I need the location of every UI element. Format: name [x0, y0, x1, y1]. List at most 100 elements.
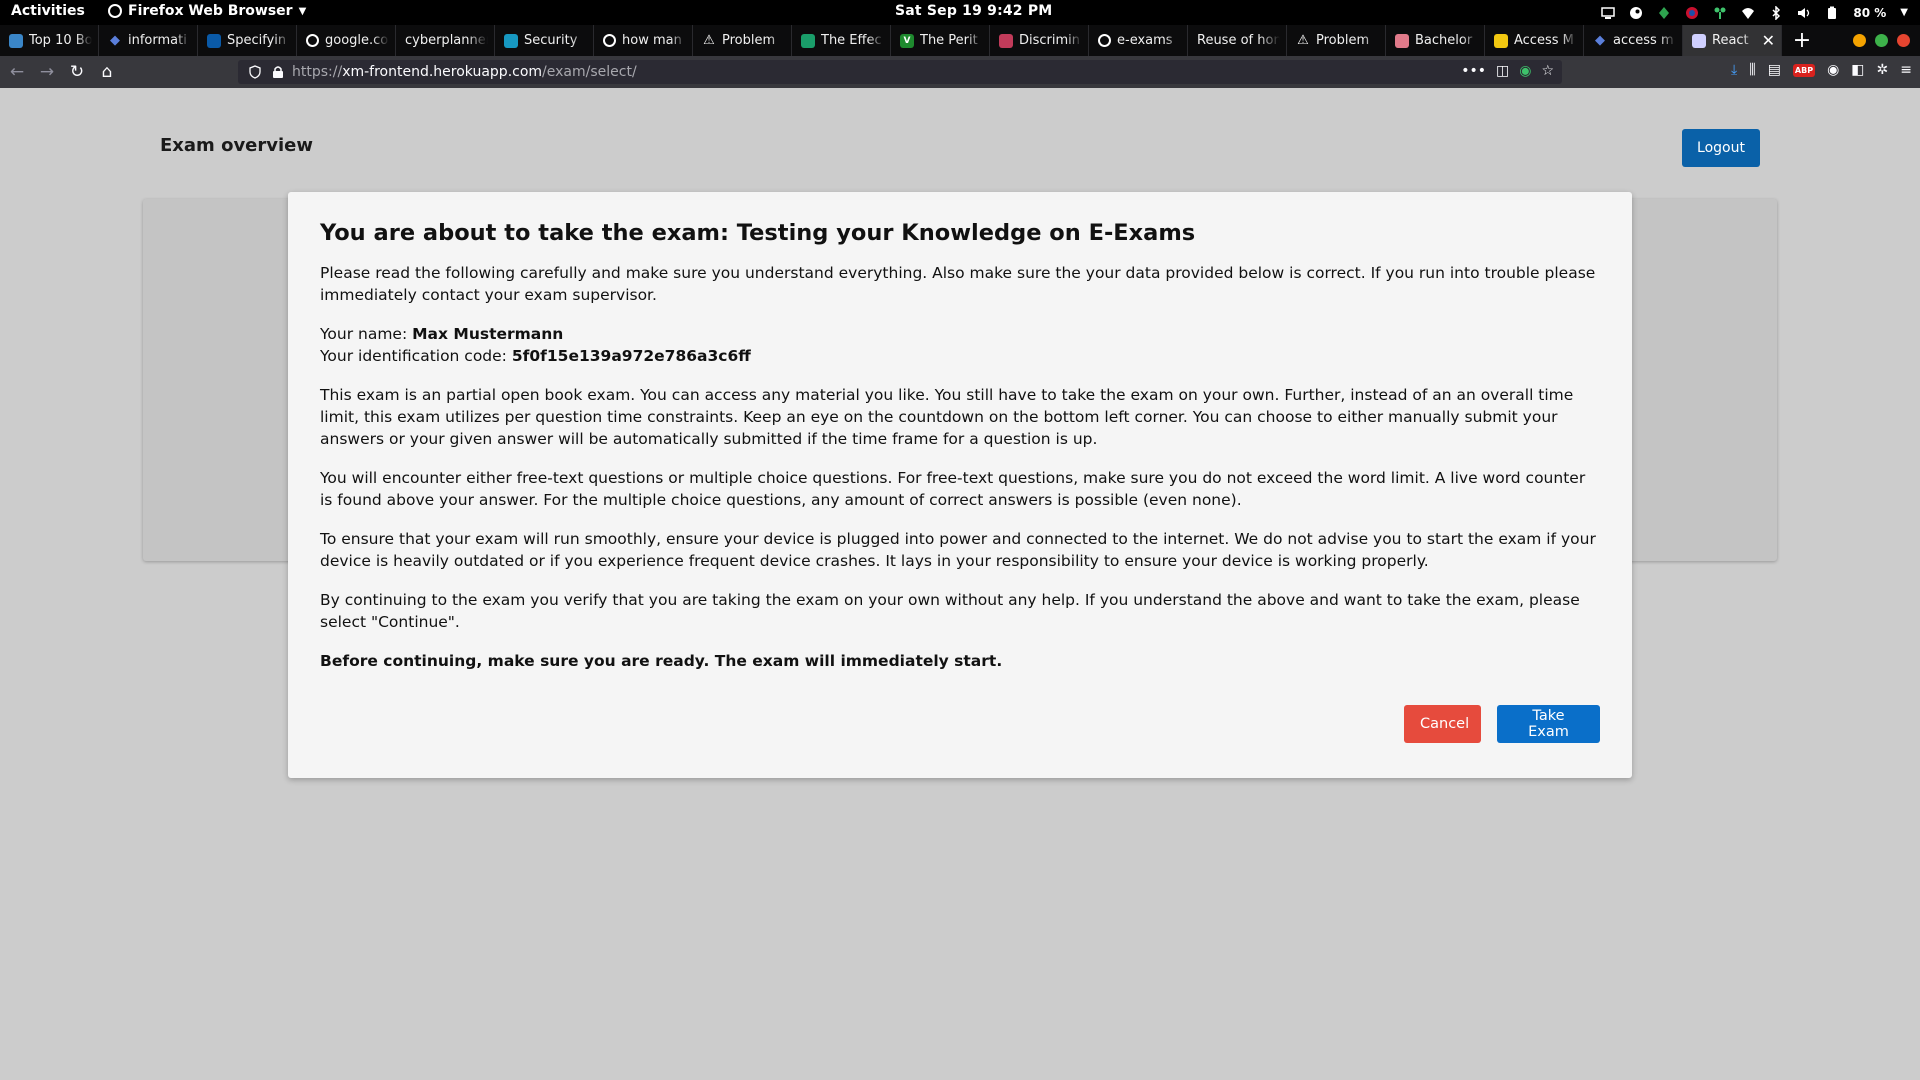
brain-icon [1395, 33, 1409, 48]
browser-tab[interactable]: ◆ access m [1584, 25, 1683, 56]
salesforce-icon [504, 33, 518, 48]
tab-label: Problem [722, 33, 776, 48]
url-host: xm-frontend.herokuapp.com [342, 64, 543, 80]
battery-icon [1828, 6, 1837, 19]
tab-label: e-exams [1117, 33, 1173, 48]
globe-icon [801, 33, 815, 48]
browser-tab[interactable]: Reuse of hon [1188, 25, 1287, 56]
student-name: Max Mustermann [412, 325, 564, 343]
extensions-icon[interactable]: ✲ [1877, 62, 1889, 78]
name-label: Your name: [320, 325, 413, 343]
ieee-icon [207, 33, 221, 48]
bookmark-star-icon[interactable]: ☆ [1541, 63, 1554, 79]
lock-icon[interactable] [272, 65, 284, 79]
system-tray[interactable]: 80 % ▼ [1601, 2, 1908, 23]
tab-label: Security [524, 33, 578, 48]
chevron-down-icon: ▼ [1900, 7, 1908, 18]
app-menu[interactable]: Firefox Web Browser ▼ [108, 3, 306, 19]
open-book-paragraph: This exam is an partial open book exam. … [320, 386, 1574, 448]
browser-tab[interactable]: ⚠ Problem [1287, 25, 1386, 56]
tab-label: access m [1613, 33, 1674, 48]
network-tool-icon [1714, 7, 1726, 19]
research-icon [999, 33, 1013, 48]
tab-label: Bachelor [1415, 33, 1473, 48]
access-icon [1494, 33, 1508, 48]
account-icon[interactable]: ◉ [1827, 62, 1839, 78]
browser-tab[interactable]: Bachelor [1386, 25, 1485, 56]
browser-tab[interactable]: Security [495, 25, 594, 56]
sidebar-icon[interactable]: ▤ [1768, 62, 1781, 78]
browser-tab[interactable]: Specifyin [198, 25, 297, 56]
new-tab-button[interactable]: + [1782, 25, 1822, 56]
minimize-button[interactable] [1853, 34, 1866, 47]
notion-icon[interactable]: ◧ [1851, 62, 1864, 78]
take-exam-button[interactable]: Take Exam [1497, 705, 1600, 743]
browser-tab[interactable]: Access M [1485, 25, 1584, 56]
warning-text: Before continuing, make sure you are rea… [320, 652, 1003, 670]
browser-tab[interactable]: cyberplanner [396, 25, 495, 56]
tab-label: how man [622, 33, 682, 48]
browser-tab[interactable]: React ✕ [1683, 25, 1782, 56]
volume-icon [1798, 7, 1810, 18]
warning-icon: ⚠ [1297, 33, 1309, 48]
tab-label: Problem [1316, 33, 1370, 48]
url-prefix: https:// [292, 64, 343, 80]
close-tab-icon[interactable]: ✕ [1762, 31, 1775, 50]
more-actions-icon[interactable]: ••• [1461, 63, 1486, 79]
adblock-icon[interactable]: ABP [1792, 63, 1816, 77]
tab-label: Specifyin [227, 33, 287, 48]
url-bar[interactable]: https://xm-frontend.herokuapp.com/exam/s… [238, 60, 1562, 84]
browser-tab[interactable]: how man [594, 25, 693, 56]
browser-tab[interactable]: The Effec [792, 25, 891, 56]
google-icon [306, 34, 319, 47]
tab-label: Discrimin [1019, 33, 1081, 48]
library-icon[interactable]: ⫼ [1749, 62, 1755, 78]
activities-button[interactable]: Activities [11, 3, 85, 19]
logout-button[interactable]: Logout [1682, 129, 1760, 167]
url-path: /exam/select/ [542, 64, 637, 80]
wordpress-icon [9, 33, 23, 48]
diamond-icon: ◆ [1595, 33, 1605, 48]
pocket-icon[interactable]: ◫ [1496, 63, 1509, 79]
google-icon [1098, 34, 1111, 47]
browser-tab[interactable]: ◆ informati [99, 25, 198, 56]
id-label: Your identification code: [320, 347, 512, 365]
browser-tab[interactable]: google.co [297, 25, 396, 56]
clock[interactable]: Sat Sep 19 9:42 PM [895, 3, 1052, 19]
browser-tab[interactable]: V The Perit [891, 25, 990, 56]
browser-tab[interactable]: ⚠ Problem [693, 25, 792, 56]
warning-icon: ⚠ [703, 33, 715, 48]
close-button[interactable] [1897, 34, 1910, 47]
tab-label: React [1712, 33, 1749, 48]
google-icon [603, 34, 616, 47]
extension-circle-icon[interactable]: ◉ [1519, 63, 1531, 79]
bluetooth-icon [1772, 5, 1781, 20]
system-top-bar: Activities Firefox Web Browser ▼ Sat Sep… [0, 0, 1920, 25]
device-paragraph: To ensure that your exam will run smooth… [320, 530, 1596, 570]
home-button[interactable]: ⌂ [92, 58, 122, 86]
forward-button[interactable]: → [32, 58, 62, 86]
page-content: Exam overview Logout You are about to ta… [0, 89, 1920, 1080]
exam-confirm-modal: You are about to take the exam: Testing … [288, 192, 1632, 778]
downloads-icon[interactable]: ⤓ [1731, 62, 1737, 78]
extension-red-icon [1686, 6, 1699, 19]
tab-label: Top 10 Bo [29, 33, 92, 48]
tab-label: google.co [325, 33, 389, 48]
maximize-button[interactable] [1875, 34, 1888, 47]
steam-icon [1630, 6, 1643, 19]
back-button[interactable]: ← [2, 58, 32, 86]
cancel-button[interactable]: Cancel [1404, 705, 1481, 743]
browser-tab[interactable]: Discrimin [990, 25, 1089, 56]
shield-icon[interactable] [248, 65, 262, 79]
tab-label: informati [128, 33, 187, 48]
browser-tab[interactable]: e-exams [1089, 25, 1188, 56]
tab-label: The Effec [821, 33, 882, 48]
page-title: Exam overview [160, 135, 313, 156]
reload-button[interactable]: ↻ [62, 58, 92, 86]
menu-icon[interactable]: ≡ [1900, 62, 1912, 78]
identification-code: 5f0f15e139a972e786a3c6ff [511, 347, 751, 365]
questions-paragraph: You will encounter either free-text ques… [320, 469, 1586, 509]
browser-tab[interactable]: Top 10 Bo [0, 25, 99, 56]
modal-heading: You are about to take the exam: Testing … [320, 220, 1196, 246]
extension-green-icon [1659, 6, 1670, 19]
